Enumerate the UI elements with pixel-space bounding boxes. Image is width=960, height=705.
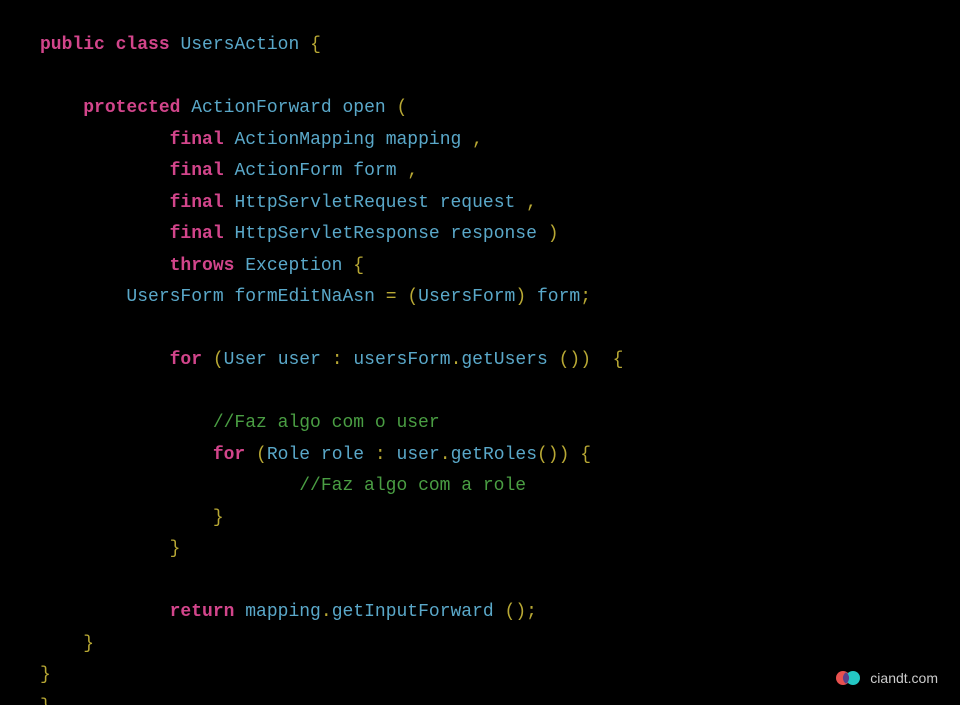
method-call: getUsers: [461, 350, 547, 370]
equals: =: [386, 287, 397, 307]
brace: }: [83, 634, 94, 654]
call-parens: ()): [537, 445, 569, 465]
param-name: form: [353, 161, 396, 181]
method-call: getRoles: [451, 445, 537, 465]
param-name: response: [451, 224, 537, 244]
var-name: user: [278, 350, 321, 370]
brace: {: [353, 256, 364, 276]
semicolon: ;: [580, 287, 591, 307]
indent: [40, 161, 170, 181]
type: HttpServletResponse: [234, 224, 439, 244]
kw-return: return: [170, 602, 235, 622]
dot: .: [451, 350, 462, 370]
indent: [40, 193, 170, 213]
type: ActionMapping: [234, 130, 374, 150]
logo-icon: [836, 669, 862, 687]
brace: }: [40, 697, 51, 705]
return-type: ActionForward: [191, 98, 331, 118]
dot: .: [440, 445, 451, 465]
indent: [40, 476, 299, 496]
comma: ,: [472, 130, 483, 150]
paren: (: [213, 350, 224, 370]
call-parens: ();: [505, 602, 537, 622]
indent: [40, 350, 170, 370]
footer-brand: ciandt.com: [836, 669, 938, 687]
kw-for: for: [213, 445, 245, 465]
indent: [40, 224, 170, 244]
brand-text: ciandt.com: [870, 670, 938, 686]
indent: [40, 539, 170, 559]
comment: //Faz algo com o user: [213, 413, 440, 433]
brace: }: [170, 539, 181, 559]
indent: [40, 130, 170, 150]
comma: ,: [407, 161, 418, 181]
paren: (: [256, 445, 267, 465]
brace: {: [613, 350, 624, 370]
kw-throws: throws: [170, 256, 235, 276]
var-name: role: [321, 445, 364, 465]
indent: [40, 602, 170, 622]
class-name: UsersAction: [180, 35, 299, 55]
brace: }: [40, 665, 51, 685]
brace: {: [580, 445, 591, 465]
var-name: formEditNaAsn: [234, 287, 374, 307]
kw-class: class: [116, 35, 170, 55]
type: User: [224, 350, 267, 370]
colon: :: [375, 445, 386, 465]
type: Role: [267, 445, 310, 465]
indent: [40, 413, 213, 433]
comma: ,: [526, 193, 537, 213]
ws: [591, 350, 613, 370]
indent: [40, 508, 213, 528]
brace: {: [310, 35, 321, 55]
colon: :: [332, 350, 343, 370]
obj-ref: usersForm: [353, 350, 450, 370]
exception-type: Exception: [245, 256, 342, 276]
paren: (: [397, 98, 408, 118]
kw-final: final: [170, 161, 224, 181]
paren: ): [548, 224, 559, 244]
brace: }: [213, 508, 224, 528]
var-ref: form: [537, 287, 580, 307]
type: ActionForm: [234, 161, 342, 181]
paren: ): [515, 287, 526, 307]
type: HttpServletRequest: [234, 193, 428, 213]
call-parens: ()): [559, 350, 591, 370]
obj-ref: user: [397, 445, 440, 465]
param-name: request: [440, 193, 516, 213]
dot: .: [321, 602, 332, 622]
kw-public: public: [40, 35, 105, 55]
kw-final: final: [170, 224, 224, 244]
indent: [40, 287, 126, 307]
obj-ref: mapping: [245, 602, 321, 622]
cast-type: UsersForm: [418, 287, 515, 307]
method-name: open: [343, 98, 386, 118]
indent: [40, 256, 170, 276]
indent: [40, 98, 83, 118]
paren: (: [407, 287, 418, 307]
code-block: public class UsersAction { protected Act…: [0, 0, 960, 705]
type: UsersForm: [126, 287, 223, 307]
param-name: mapping: [386, 130, 462, 150]
kw-final: final: [170, 130, 224, 150]
kw-final: final: [170, 193, 224, 213]
indent: [40, 634, 83, 654]
method-call: getInputForward: [332, 602, 494, 622]
indent: [40, 445, 213, 465]
comment: //Faz algo com a role: [299, 476, 526, 496]
kw-protected: protected: [83, 98, 180, 118]
kw-for: for: [170, 350, 202, 370]
